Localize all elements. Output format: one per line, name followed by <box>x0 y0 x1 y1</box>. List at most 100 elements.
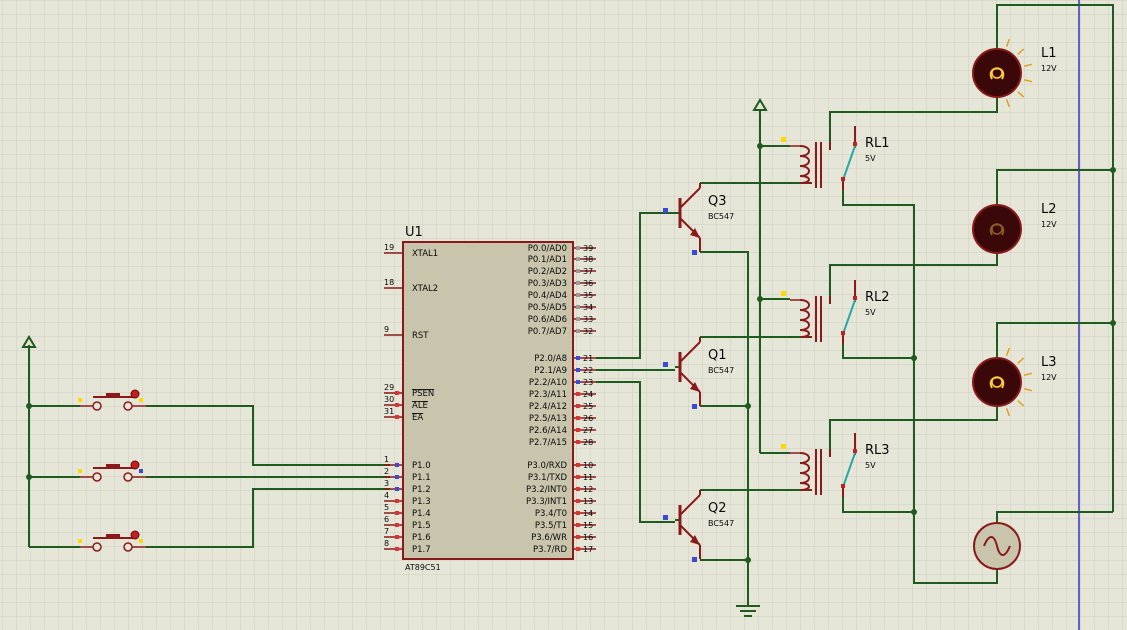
pin-state-marker <box>576 317 580 321</box>
pin-number: 34 <box>583 303 593 312</box>
pin-state-marker <box>576 293 580 297</box>
pin-state-marker <box>576 380 580 384</box>
mcu-pin-p2-6-a14[interactable]: 27 P2.6/A14 <box>529 426 596 436</box>
pin-number: 36 <box>583 279 593 288</box>
mcu-pin-p2-7-a15[interactable]: 28 P2.7/A15 <box>529 438 596 448</box>
pin-state-marker <box>395 499 399 503</box>
mcu-pin-p2-4-a12[interactable]: 25 P2.4/A12 <box>529 402 596 412</box>
lamp-ref: L2 <box>1041 202 1057 217</box>
pin-name: P1.5 <box>412 521 431 531</box>
pin-state-marker <box>576 305 580 309</box>
mcu-pin-p0-4-ad4[interactable]: 35 P0.4/AD4 <box>528 291 596 301</box>
pin-name: P2.2/A10 <box>529 378 567 388</box>
pin-number: 7 <box>384 527 389 536</box>
pin-state-marker <box>395 511 399 515</box>
pin-number: 38 <box>583 255 593 264</box>
mcu-pin-p0-7-ad7[interactable]: 32 P0.7/AD7 <box>528 327 596 337</box>
pin-number: 33 <box>583 315 593 324</box>
pin-name: P3.5/T1 <box>535 521 567 531</box>
pin-name: P1.1 <box>412 473 431 483</box>
pin-state-marker <box>576 428 580 432</box>
pin-state-marker <box>395 547 399 551</box>
pin-number: 2 <box>384 467 389 476</box>
ac-source-icon[interactable] <box>973 522 1021 570</box>
mcu-pin-p0-2-ad2[interactable]: 37 P0.2/AD2 <box>528 267 596 277</box>
relay-ref: RL3 <box>865 443 890 458</box>
mcu-pin-p0-6-ad6[interactable]: 33 P0.6/AD6 <box>528 315 596 325</box>
mcu-pin-p0-3-ad3[interactable]: 36 P0.3/AD3 <box>528 279 596 289</box>
pin-state-marker <box>576 535 580 539</box>
pin-number: 27 <box>583 426 593 435</box>
transistor-ref: Q1 <box>708 348 727 363</box>
schematic-canvas[interactable]: U1 AT89C51 19XTAL118XTAL29RST29PSEN30ALE… <box>0 0 1127 630</box>
pin-number: 1 <box>384 455 389 464</box>
pin-name: P2.3/A11 <box>529 390 567 400</box>
mcu-pin-p2-2-a10[interactable]: 23 P2.2/A10 <box>529 378 596 388</box>
pin-state-marker <box>576 440 580 444</box>
pin-name: P1.7 <box>412 545 431 555</box>
pin-name: P0.6/AD6 <box>528 315 567 325</box>
pin-number: 3 <box>384 479 389 488</box>
pin-state-marker <box>576 257 580 261</box>
pin-state-marker <box>395 463 399 467</box>
pin-name: P0.4/AD4 <box>528 291 567 301</box>
pin-name: P3.4/T0 <box>535 509 567 519</box>
pin-name: P0.2/AD2 <box>528 267 567 277</box>
pin-state-marker <box>576 487 580 491</box>
mcu-pin-p3-6-wr[interactable]: 16 P3.6/WR <box>531 533 596 543</box>
pin-number: 29 <box>384 383 394 392</box>
mcu-pin-p2-5-a13[interactable]: 26 P2.5/A13 <box>529 414 596 424</box>
mcu-pin-p2-1-a9[interactable]: 22 P2.1/A9 <box>534 366 596 376</box>
mcu-pin-p3-5-t1[interactable]: 15 P3.5/T1 <box>535 521 596 531</box>
pin-number: 12 <box>583 485 593 494</box>
pin-state-marker <box>395 535 399 539</box>
pin-name: P3.3/INT1 <box>526 497 567 507</box>
pin-name: P3.6/WR <box>531 533 567 543</box>
pin-name: P1.4 <box>412 509 431 519</box>
transistor-part: BC547 <box>708 212 734 221</box>
pin-number: 11 <box>583 473 593 482</box>
pin-number: 24 <box>583 390 593 399</box>
pin-number: 15 <box>583 521 593 530</box>
transistor-ref: Q2 <box>708 501 727 516</box>
mcu-pin-p3-1-txd[interactable]: 11 P3.1/TXD <box>528 473 596 483</box>
mcu-pin-p3-4-t0[interactable]: 14 P3.4/T0 <box>535 509 596 519</box>
pin-name: P0.3/AD3 <box>528 279 567 289</box>
relay-value: 5V <box>865 308 876 317</box>
pin-state-marker <box>576 404 580 408</box>
pin-name: RST <box>412 331 429 341</box>
pin-name: P2.7/A15 <box>529 438 567 448</box>
lamp-value: 12V <box>1041 220 1057 229</box>
pin-name: P1.0 <box>412 461 431 471</box>
relay-ref: RL1 <box>865 136 890 151</box>
pin-name: P3.7/RD <box>533 545 567 555</box>
pin-number: 23 <box>583 378 593 387</box>
pin-name: P0.1/AD1 <box>528 255 567 265</box>
mcu-pin-p0-0-ad0[interactable]: 39 P0.0/AD0 <box>528 244 596 254</box>
pin-name: P0.0/AD0 <box>528 244 567 254</box>
pin-state-marker <box>576 547 580 551</box>
mcu-pin-p2-3-a11[interactable]: 24 P2.3/A11 <box>529 390 596 400</box>
pin-state-marker <box>576 246 580 250</box>
pin-number: 4 <box>384 491 389 500</box>
mcu-pin-p2-0-a8[interactable]: 21 P2.0/A8 <box>534 354 596 364</box>
mcu-pin-p3-3-int1[interactable]: 13 P3.3/INT1 <box>526 497 596 507</box>
pin-name: P0.5/AD5 <box>528 303 567 313</box>
pin-number: 35 <box>583 291 593 300</box>
pin-state-marker <box>576 329 580 333</box>
pin-name: P2.0/A8 <box>534 354 567 364</box>
pin-number: 18 <box>384 278 394 287</box>
pin-state-marker <box>576 511 580 515</box>
mcu-pin-p0-1-ad1[interactable]: 38 P0.1/AD1 <box>528 255 596 265</box>
mcu-pin-p3-0-rxd[interactable]: 10 P3.0/RXD <box>527 461 596 471</box>
pin-number: 19 <box>384 243 394 252</box>
pin-state-marker <box>395 391 399 395</box>
pin-state-marker <box>395 487 399 491</box>
pin-name: EA <box>412 413 423 423</box>
pin-name: P1.3 <box>412 497 431 507</box>
mcu-chip[interactable]: U1 AT89C51 19XTAL118XTAL29RST29PSEN30ALE… <box>384 225 596 572</box>
mcu-pin-p3-2-int0[interactable]: 12 P3.2/INT0 <box>526 485 596 495</box>
pin-state-marker <box>576 269 580 273</box>
mcu-pin-p3-7-rd[interactable]: 17 P3.7/RD <box>533 545 596 555</box>
mcu-pin-p0-5-ad5[interactable]: 34 P0.5/AD5 <box>528 303 596 313</box>
